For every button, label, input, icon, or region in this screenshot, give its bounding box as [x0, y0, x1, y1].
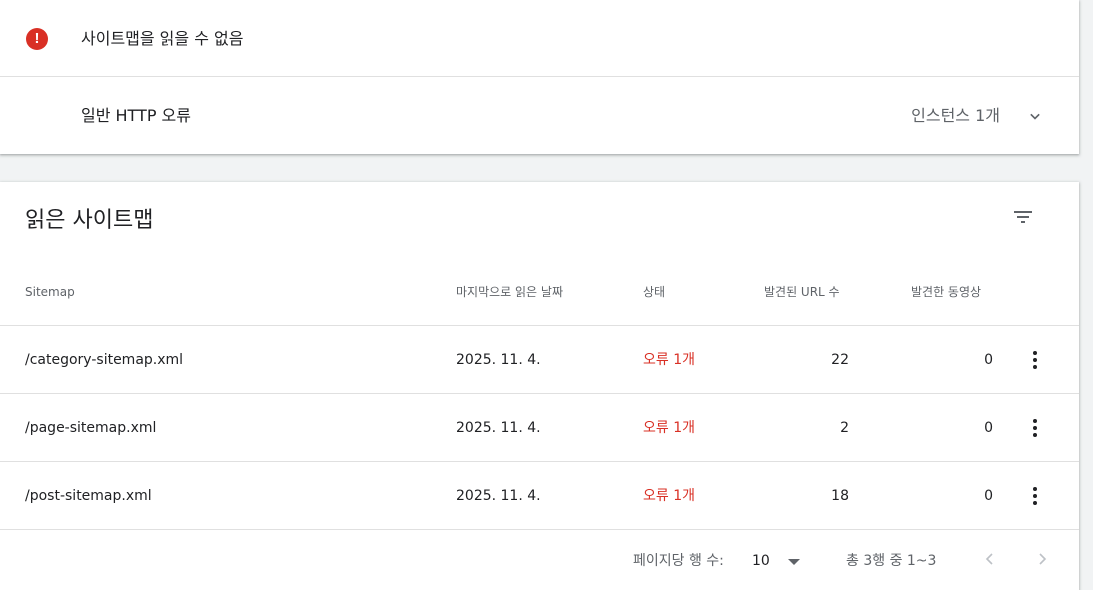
chevron-down-icon[interactable] [1025, 106, 1045, 126]
url-count: 2 [840, 420, 849, 436]
column-header-videos[interactable]: 발견한 동영상 [911, 284, 981, 300]
table-row[interactable]: /page-sitemap.xml 2025. 11. 4. 오류 1개 2 0 [0, 394, 1079, 462]
video-count: 0 [984, 352, 993, 368]
more-vert-icon[interactable] [1023, 416, 1047, 440]
last-read-date: 2025. 11. 4. [456, 420, 541, 436]
error-detail-row[interactable]: 일반 HTTP 오류 인스턴스 1개 [0, 77, 1079, 154]
column-header-urls[interactable]: 발견된 URL 수 [764, 284, 840, 300]
status-text: 오류 1개 [643, 352, 695, 368]
status-text: 오류 1개 [643, 488, 695, 504]
dropdown-caret-icon [788, 559, 800, 565]
url-count: 22 [831, 352, 849, 368]
instance-count: 인스턴스 1개 [911, 106, 1000, 125]
chevron-right-icon[interactable] [1030, 547, 1054, 571]
rows-per-page-label: 페이지당 행 수: [633, 553, 724, 569]
last-read-date: 2025. 11. 4. [456, 352, 541, 368]
rows-per-page-select[interactable]: 10 [752, 547, 812, 575]
more-vert-icon[interactable] [1023, 348, 1047, 372]
sitemap-path: /category-sitemap.xml [25, 352, 184, 368]
filter-icon[interactable] [1011, 205, 1035, 229]
more-vert-icon[interactable] [1023, 484, 1047, 508]
last-read-date: 2025. 11. 4. [456, 488, 541, 504]
error-title: 사이트맵을 읽을 수 없음 [81, 29, 244, 48]
video-count: 0 [984, 488, 993, 504]
page-range: 총 3행 중 1~3 [846, 553, 937, 569]
column-header-status[interactable]: 상태 [643, 284, 665, 300]
rows-per-page-value: 10 [752, 553, 770, 569]
sitemaps-card: 읽은 사이트맵 Sitemap 마지막으로 읽은 날짜 상태 발견된 URL 수… [0, 182, 1079, 590]
url-count: 18 [831, 488, 849, 504]
table-row[interactable]: /post-sitemap.xml 2025. 11. 4. 오류 1개 18 … [0, 462, 1079, 530]
chevron-left-icon[interactable] [978, 547, 1002, 571]
error-card: ! 사이트맵을 읽을 수 없음 일반 HTTP 오류 인스턴스 1개 [0, 0, 1079, 154]
status-text: 오류 1개 [643, 420, 695, 436]
error-icon: ! [26, 28, 48, 50]
sitemaps-title: 읽은 사이트맵 [25, 208, 154, 233]
error-type: 일반 HTTP 오류 [81, 106, 191, 125]
sitemap-path: /post-sitemap.xml [25, 488, 152, 504]
pagination: 페이지당 행 수: 10 총 3행 중 1~3 [0, 528, 1079, 590]
table-row[interactable]: /category-sitemap.xml 2025. 11. 4. 오류 1개… [0, 326, 1079, 394]
error-header: ! 사이트맵을 읽을 수 없음 [0, 0, 1079, 77]
column-header-last-read[interactable]: 마지막으로 읽은 날짜 [456, 284, 563, 300]
video-count: 0 [984, 420, 993, 436]
column-header-sitemap[interactable]: Sitemap [25, 284, 75, 300]
sitemap-path: /page-sitemap.xml [25, 420, 157, 436]
